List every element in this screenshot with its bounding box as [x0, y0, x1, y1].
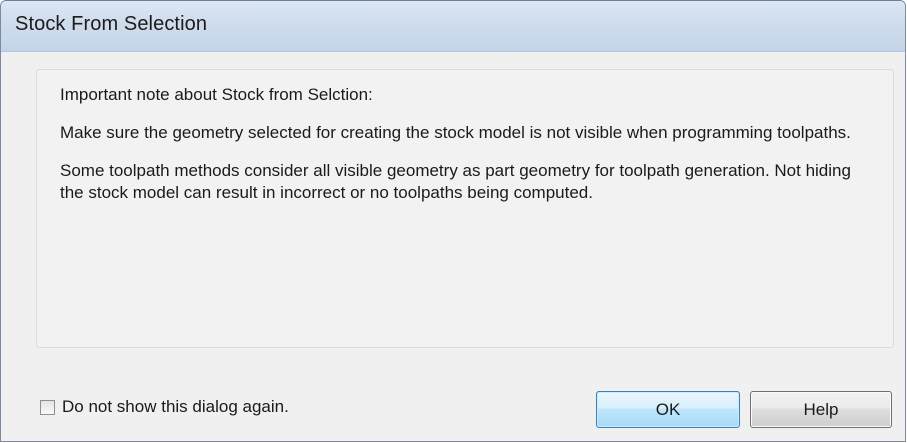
dont-show-again-option[interactable]: Do not show this dialog again.	[40, 397, 289, 417]
message-heading: Important note about Stock from Selction…	[60, 85, 373, 104]
message-panel: Important note about Stock from Selction…	[36, 69, 894, 348]
dialog-title: Stock From Selection	[15, 13, 208, 35]
help-button-label: Help	[803, 399, 839, 419]
message-paragraph-toolpath: Some toolpath methods consider all visib…	[60, 161, 851, 202]
dont-show-again-checkbox[interactable]	[40, 399, 55, 415]
dialog-body: Important note about Stock from Selction…	[1, 52, 905, 441]
ok-button-label: OK	[655, 399, 681, 419]
dont-show-again-label[interactable]: Do not show this dialog again.	[62, 397, 289, 417]
stock-from-selection-dialog: Stock From Selection Important note abou…	[0, 0, 906, 442]
title-bar[interactable]: Stock From Selection	[1, 1, 905, 52]
ok-button[interactable]: OK	[596, 391, 740, 428]
message-paragraph-visibility: Make sure the geometry selected for crea…	[60, 123, 851, 142]
help-button[interactable]: Help	[750, 391, 892, 428]
